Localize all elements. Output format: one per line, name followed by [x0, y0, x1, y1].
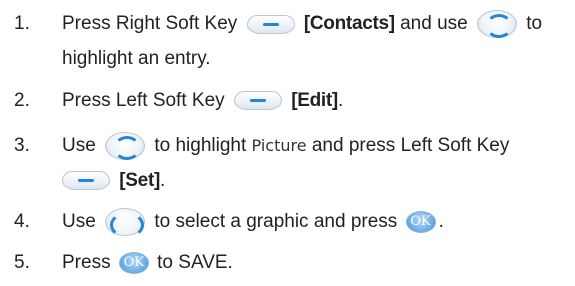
period: .	[160, 170, 166, 191]
left-soft-key-icon	[233, 91, 282, 111]
period: .	[438, 211, 444, 233]
step-text: to SAVE.	[157, 252, 233, 273]
picture-option: Picture	[251, 136, 307, 156]
step-number: 5.	[14, 252, 30, 273]
instruction-document: 1. Press Right Soft Key [Contacts] and u…	[0, 0, 575, 286]
period: .	[337, 90, 344, 111]
left-soft-key-icon	[62, 171, 110, 191]
step-text: highlight an entry.	[62, 48, 211, 69]
nav-four-way-icon	[105, 208, 146, 238]
step-number: 3.	[14, 135, 30, 156]
step-number: 4.	[14, 211, 30, 232]
step-text: Use	[62, 211, 96, 233]
edit-label: [Edit]	[291, 90, 338, 111]
step-text: Press	[62, 252, 111, 273]
step-text: Use	[62, 135, 96, 157]
step-text: Press Left Soft Key	[62, 90, 225, 111]
step-text: to select a graphic and press	[154, 211, 398, 233]
set-label: [Set]	[119, 170, 161, 191]
contacts-label: [Contacts]	[303, 13, 395, 35]
nav-up-down-icon	[105, 132, 146, 160]
step-text: and press Left Soft Key	[311, 135, 510, 157]
ok-key-icon: OK	[405, 211, 436, 233]
step-text: Press Right Soft Key	[62, 13, 238, 35]
step-number: 1.	[14, 13, 30, 34]
nav-up-down-icon	[477, 10, 517, 38]
step-text: to highlight	[154, 135, 247, 157]
step-text: and use	[400, 13, 468, 35]
right-soft-key-icon	[246, 14, 295, 34]
step-text: to	[526, 13, 543, 35]
step-number: 2.	[14, 90, 30, 111]
ok-key-icon: OK	[118, 251, 149, 274]
